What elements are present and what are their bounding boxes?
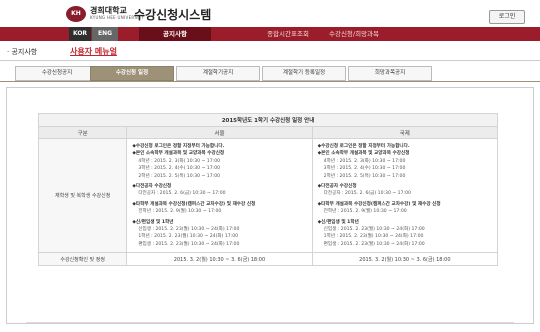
schedule-heading: ◆수강신청 로그인은 정할 지정부터 가능합니다. bbox=[317, 144, 410, 149]
schedule-line: 3학년 : 2015. 2. 4(수) 10:30 ~ 17:00 bbox=[138, 166, 221, 172]
university-logo-icon: KH bbox=[66, 6, 86, 22]
schedule-line: 1학년 : 2015. 2. 23(월) 10:30 ~ 24(화) 17:00 bbox=[138, 234, 239, 240]
nav-item-notice[interactable]: 공지사항 bbox=[139, 27, 211, 41]
schedule-heading: ◆타학부 개설과목 수강신청(캠퍼스간 교차수강) 및 재수강 신청 bbox=[317, 201, 441, 207]
seoul-correction-period: 2015. 3. 2(월) 10:30 ~ 3. 6(금) 18:00 bbox=[126, 252, 313, 267]
header: KH 경희대학교 KYUNG HEE UNIVERSITY 수강신청시스템 로그… bbox=[0, 0, 540, 27]
schedule-line: 2학년 : 2015. 2. 5(목) 10:30 ~ 17:00 bbox=[323, 173, 406, 179]
nav-item-registration[interactable]: 수강신청/희망과목 bbox=[318, 27, 390, 41]
system-title: 수강신청시스템 bbox=[134, 8, 212, 22]
login-button[interactable]: 로그인 bbox=[489, 10, 525, 24]
schedule-line: 전학년 : 2015. 2. 9(월) 10:30 ~ 17:00 bbox=[323, 209, 407, 215]
schedule-line: 다전공자 : 2015. 2. 6(금) 10:30 ~ 17:00 bbox=[323, 191, 411, 197]
schedule-heading: ◆다전공자 수강신청 bbox=[317, 183, 357, 189]
schedule-line: 4학년 : 2015. 2. 3(화) 10:30 ~ 17:00 bbox=[138, 158, 221, 164]
tab-registration-notice[interactable]: 수강신청공지 bbox=[15, 66, 99, 81]
schedule-line: 신입생 : 2015. 2. 23(월) 10:30 ~ 24(화) 17:00 bbox=[138, 226, 240, 232]
schedule-heading: ◆신/편입생 및 1학년 bbox=[132, 219, 174, 225]
col-header-seoul: 서울 bbox=[126, 126, 313, 139]
nav-item-timetable[interactable]: 종합시간표조회 bbox=[252, 27, 324, 41]
tab-underline bbox=[0, 81, 540, 82]
lang-kor-button[interactable]: KOR bbox=[69, 27, 91, 41]
schedule-line: 다전공자 : 2015. 2. 6(금) 10:30 ~ 17:00 bbox=[138, 191, 226, 197]
tab-bar: 수강신청공지 수강신청 일정 계절학기공지 계절학기 등록일정 희망과목공지 bbox=[0, 66, 540, 82]
schedule-line: 신입생 : 2015. 2. 23(월) 10:30 ~ 24(화) 17:00 bbox=[323, 226, 425, 232]
schedule-line: 편입생 : 2015. 2. 23(월) 10:30 ~ 24(화) 17:00 bbox=[138, 241, 240, 247]
table-caption: 2015학년도 1학기 수강신청 일정 안내 bbox=[38, 113, 498, 127]
schedule-line: 1학년 : 2015. 2. 23(월) 10:30 ~ 24(화) 17:00 bbox=[323, 234, 424, 240]
page-title: · 공지사항 bbox=[7, 48, 38, 56]
tab-registration-schedule[interactable]: 수강신청 일정 bbox=[90, 66, 174, 81]
lang-eng-button[interactable]: ENG bbox=[92, 27, 118, 41]
tab-seasonal-schedule[interactable]: 계절학기 등록일정 bbox=[262, 66, 346, 81]
schedule-line: 2학년 : 2015. 2. 5(목) 10:30 ~ 17:00 bbox=[138, 173, 221, 179]
schedule-heading: ◆본인 소속학부 개설과목 및 교양과목 수강신청 bbox=[317, 151, 410, 157]
global-correction-period: 2015. 3. 2(월) 10:30 ~ 3. 6(금) 18:00 bbox=[311, 252, 499, 267]
seoul-schedule-cell: ◆수강신청 로그인은 정할 지정부터 가능합니다. ◆본인 소속학부 개설과목 및… bbox=[126, 137, 313, 254]
footer-divider bbox=[26, 322, 514, 323]
sub-header: · 공지사항 사용자 메뉴얼 bbox=[0, 44, 540, 61]
schedule-line: 3학년 : 2015. 2. 4(수) 10:30 ~ 17:00 bbox=[323, 166, 406, 172]
tab-seasonal-notice[interactable]: 계절학기공지 bbox=[176, 66, 260, 81]
user-manual-link[interactable]: 사용자 메뉴얼 bbox=[70, 46, 117, 57]
col-header-global: 국제 bbox=[311, 126, 499, 139]
schedule-line: 4학년 : 2015. 2. 3(화) 10:30 ~ 17:00 bbox=[323, 158, 406, 164]
schedule-heading: ◆신/편입생 및 1학년 bbox=[317, 219, 359, 225]
schedule-heading: ◆다전공자 수강신청 bbox=[132, 183, 172, 189]
row-label-correction: 수강신청확인 및 정정 bbox=[37, 252, 128, 267]
schedule-heading: ◆본인 소속학부 개설과목 및 교양과목 수강신청 bbox=[132, 151, 225, 157]
col-header-category: 구분 bbox=[37, 126, 128, 139]
schedule-line: 편입생 : 2015. 2. 23(월) 10:30 ~ 24(화) 17:00 bbox=[323, 241, 425, 247]
schedule-line: 전학년 : 2015. 2. 9(월) 10:30 ~ 17:00 bbox=[138, 209, 222, 215]
schedule-heading: ◆타학부 개설과목 수강신청(캠퍼스간 교차수강) 및 재수강 신청 bbox=[132, 201, 256, 207]
tab-wishlist-notice[interactable]: 희망과목공지 bbox=[348, 66, 432, 81]
row-label-registration: 재학생 및 복학생 수강신청 bbox=[37, 137, 128, 254]
global-schedule-cell: ◆수강신청 로그인은 정할 지정부터 가능합니다. ◆본인 소속학부 개설과목 및… bbox=[311, 137, 499, 254]
schedule-table: 2015학년도 1학기 수강신청 일정 안내 구분 서울 국제 재학생 및 복학… bbox=[37, 113, 499, 267]
schedule-heading: ◆수강신청 로그인은 정할 지정부터 가능합니다. bbox=[132, 144, 225, 149]
